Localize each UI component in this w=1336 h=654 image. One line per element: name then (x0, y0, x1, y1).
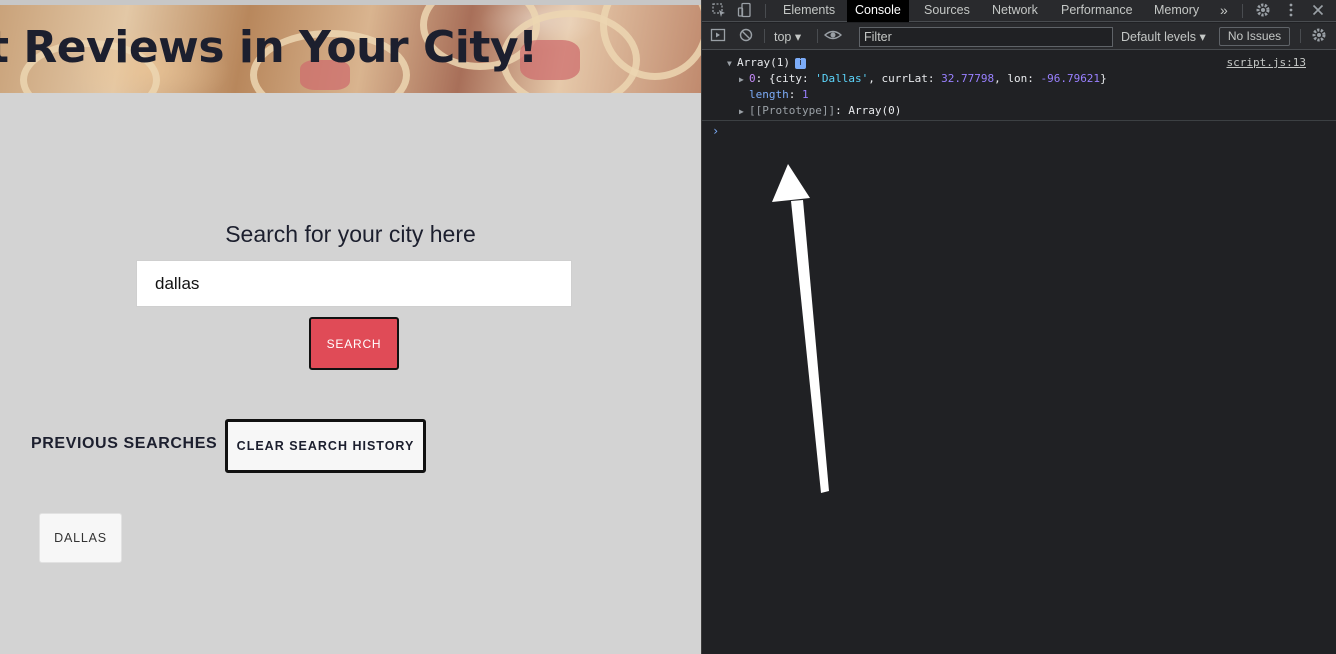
tab-console[interactable]: Console (847, 0, 909, 22)
previous-searches-label: PREVIOUS SEARCHES (31, 435, 218, 452)
console-prompt[interactable]: › (712, 124, 719, 138)
tab-elements[interactable]: Elements (775, 0, 843, 22)
history-item-dallas[interactable]: DALLAS (39, 513, 122, 563)
search-heading: Search for your city here (225, 221, 476, 247)
web-page: t Reviews in Your City! Search for your … (0, 0, 701, 654)
close-devtools-icon[interactable] (1309, 2, 1327, 20)
issues-button[interactable]: No Issues (1219, 27, 1290, 46)
console-settings-gear-icon[interactable] (1310, 27, 1328, 45)
sidebar-toggle-icon[interactable] (709, 27, 727, 45)
device-toolbar-icon[interactable] (736, 2, 754, 20)
inspect-element-icon[interactable] (710, 2, 728, 20)
city-search-input[interactable] (136, 260, 572, 307)
settings-gear-icon[interactable] (1254, 2, 1272, 20)
collapse-triangle-icon[interactable]: ▼ (727, 59, 737, 68)
info-icon: i (794, 58, 806, 69)
more-tabs-icon[interactable]: » (1212, 0, 1236, 22)
console-toolbar: top ▾ Default levels ▾ No Issues (702, 23, 1336, 50)
tab-memory[interactable]: Memory (1146, 0, 1207, 22)
context-select[interactable]: top ▾ (774, 29, 801, 44)
hero-title: t Reviews in Your City! (0, 22, 538, 73)
log-levels-dropdown[interactable]: Default levels ▾ (1121, 29, 1206, 44)
devtools-panel: Elements Console Sources Network Perform… (701, 0, 1336, 654)
kebab-menu-icon[interactable] (1282, 2, 1300, 20)
console-filter-input[interactable] (859, 27, 1113, 47)
clear-console-icon[interactable] (737, 27, 755, 45)
source-link[interactable]: script.js:13 (1227, 56, 1306, 69)
expand-triangle-icon[interactable]: ▶ (739, 107, 749, 116)
console-length-row: length: 1 (749, 88, 809, 101)
tab-sources[interactable]: Sources (916, 0, 978, 22)
clear-search-history-button[interactable]: CLEAR SEARCH HISTORY (225, 419, 426, 473)
console-array-item-0[interactable]: ▶ 0: {city: 'Dallas', currLat: 32.77798, … (739, 72, 1107, 85)
console-output: script.js:13 ▼ Array(1) i ▶ 0: {city: 'Dall… (702, 51, 1336, 654)
live-expression-eye-icon[interactable] (823, 27, 843, 45)
console-prototype-row[interactable]: ▶ [[Prototype]]: Array(0) (739, 104, 901, 117)
hero-banner: t Reviews in Your City! (0, 0, 701, 93)
devtools-tab-bar: Elements Console Sources Network Perform… (702, 0, 1336, 22)
search-button[interactable]: SEARCH (309, 317, 399, 370)
tab-network[interactable]: Network (984, 0, 1046, 22)
expand-triangle-icon[interactable]: ▶ (739, 75, 749, 84)
tab-performance[interactable]: Performance (1053, 0, 1141, 22)
console-array-header[interactable]: ▼ Array(1) i (727, 56, 806, 69)
